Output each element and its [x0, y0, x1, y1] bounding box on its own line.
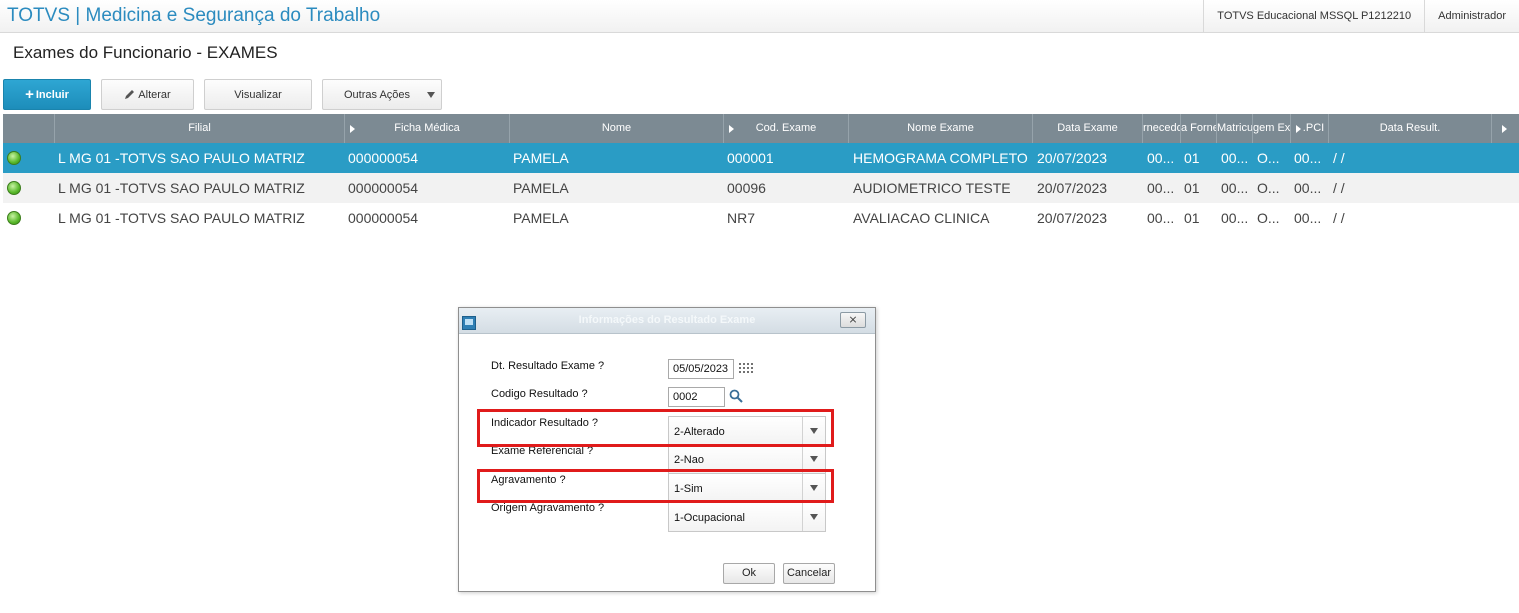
- environment-label: TOTVS Educacional MSSQL P1212210: [1203, 0, 1424, 33]
- scroll-right-icon: [1502, 125, 1507, 133]
- cell-loja: 01: [1184, 150, 1200, 166]
- col-data-result[interactable]: Data Result.: [1329, 114, 1492, 143]
- col-loja-fornecedor[interactable]: a Forne: [1181, 114, 1217, 143]
- chevron-down-icon: [810, 514, 818, 520]
- cell-matricula: 00...: [1221, 180, 1249, 196]
- sort-arrow-icon: [1296, 125, 1301, 133]
- cell-loja: 01: [1184, 180, 1200, 196]
- cell-matricula: 00...: [1221, 150, 1249, 166]
- search-icon[interactable]: [729, 389, 743, 403]
- table-row[interactable]: L MG 01 -TOTVS SAO PAULO MATRIZ 00000005…: [3, 143, 1519, 173]
- highlight-indicador: [477, 409, 834, 447]
- col-fornecedor[interactable]: rnecedo: [1143, 114, 1181, 143]
- close-button[interactable]: ⨯: [840, 312, 866, 328]
- cell-nome: PAMELA: [513, 150, 569, 166]
- alterar-button[interactable]: Alterar: [101, 79, 194, 110]
- resultado-exame-dialog: Informações do Resultado Exame ⨯ Dt. Res…: [458, 307, 876, 592]
- col-more[interactable]: [1492, 114, 1519, 143]
- cell-loja: 01: [1184, 210, 1200, 226]
- chevron-down-icon: [427, 92, 435, 98]
- table-row[interactable]: L MG 01 -TOTVS SAO PAULO MATRIZ 00000005…: [3, 203, 1519, 233]
- cell-origem: O...: [1257, 180, 1280, 196]
- grid-header: Filial Ficha Médica Nome Cod. Exame Nome…: [3, 114, 1519, 143]
- col-cod-exame[interactable]: Cod. Exame: [724, 114, 849, 143]
- cell-data-exame: 20/07/2023: [1037, 180, 1108, 196]
- col-data-exame[interactable]: Data Exame: [1033, 114, 1143, 143]
- table-row[interactable]: L MG 01 -TOTVS SAO PAULO MATRIZ 00000005…: [3, 173, 1519, 203]
- dialog-titlebar[interactable]: Informações do Resultado Exame ⨯: [459, 308, 875, 334]
- ok-button[interactable]: Ok: [723, 563, 775, 584]
- dt-resultado-label: Dt. Resultado Exame ?: [491, 360, 605, 372]
- cell-cod-exame: 00096: [727, 180, 766, 196]
- cell-matricula: 00...: [1221, 210, 1249, 226]
- highlight-agravamento: [477, 469, 834, 503]
- chevron-down-icon: [810, 456, 818, 462]
- plus-icon: +: [25, 86, 34, 103]
- cell-pcmso: 00...: [1294, 210, 1322, 226]
- col-filial[interactable]: Filial: [55, 114, 345, 143]
- codigo-resultado-input[interactable]: 0002: [668, 387, 725, 407]
- cell-fornecedor: 00...: [1147, 180, 1175, 196]
- col-nome-exame[interactable]: Nome Exame: [849, 114, 1033, 143]
- origem-agravamento-select[interactable]: 1-Ocupacional: [668, 502, 826, 532]
- cell-nome-exame: HEMOGRAMA COMPLETO: [853, 150, 1028, 166]
- sort-arrow-icon: [729, 125, 734, 133]
- dt-resultado-input[interactable]: 05/05/2023: [668, 359, 734, 379]
- cell-filial: L MG 01 -TOTVS SAO PAULO MATRIZ: [58, 210, 305, 226]
- cell-nome-exame: AUDIOMETRICO TESTE: [853, 180, 1011, 196]
- cell-ficha-medica: 000000054: [348, 210, 419, 226]
- cell-cod-exame: NR7: [727, 210, 756, 226]
- cell-origem: O...: [1257, 210, 1280, 226]
- status-ok-icon: [7, 211, 21, 225]
- cell-nome: PAMELA: [513, 210, 569, 226]
- calendar-icon[interactable]: [738, 362, 754, 375]
- app-title: TOTVS | Medicina e Segurança do Trabalho: [7, 5, 381, 26]
- incluir-label: Incluir: [35, 88, 69, 101]
- cell-filial: L MG 01 -TOTVS SAO PAULO MATRIZ: [58, 150, 305, 166]
- cell-fornecedor: 00...: [1147, 150, 1175, 166]
- user-menu[interactable]: Administrador: [1424, 0, 1519, 33]
- codigo-resultado-label: Codigo Resultado ?: [491, 388, 588, 400]
- cell-fornecedor: 00...: [1147, 210, 1175, 226]
- cell-nome: PAMELA: [513, 180, 569, 196]
- col-pcmso[interactable]: .PCI: [1291, 114, 1329, 143]
- outras-acoes-label: Outras Ações: [344, 88, 411, 101]
- cell-origem: O...: [1257, 150, 1280, 166]
- app-header: TOTVS | Medicina e Segurança do Trabalho…: [0, 0, 1519, 33]
- status-ok-icon: [7, 151, 21, 165]
- col-origem-exame[interactable]: gem Exa: [1253, 114, 1291, 143]
- visualizar-button[interactable]: Visualizar: [204, 79, 312, 110]
- cell-nome-exame: AVALIACAO CLINICA: [853, 210, 990, 226]
- col-ficha-medica[interactable]: Ficha Médica: [345, 114, 510, 143]
- exame-referencial-value: 2-Nao: [674, 454, 704, 466]
- page-title: Exames do Funcionario - EXAMES: [13, 43, 278, 62]
- col-nome[interactable]: Nome: [510, 114, 724, 143]
- header-right: TOTVS Educacional MSSQL P1212210 Adminis…: [1203, 0, 1519, 33]
- col-matricula[interactable]: Matricula: [1217, 114, 1253, 143]
- cell-data-exame: 20/07/2023: [1037, 210, 1108, 226]
- cancel-button[interactable]: Cancelar: [783, 563, 835, 584]
- cell-pcmso: 00...: [1294, 180, 1322, 196]
- cell-filial: L MG 01 -TOTVS SAO PAULO MATRIZ: [58, 180, 305, 196]
- cell-ficha-medica: 000000054: [348, 180, 419, 196]
- incluir-button[interactable]: + Incluir: [3, 79, 91, 110]
- outras-acoes-button[interactable]: Outras Ações: [322, 79, 442, 110]
- alterar-label: Alterar: [138, 88, 171, 101]
- status-ok-icon: [7, 181, 21, 195]
- cell-data-exame: 20/07/2023: [1037, 150, 1108, 166]
- visualizar-label: Visualizar: [234, 88, 282, 101]
- pencil-icon: [125, 90, 135, 99]
- cell-data-result: / /: [1333, 150, 1345, 166]
- col-status: [3, 114, 55, 143]
- cell-data-result: / /: [1333, 210, 1345, 226]
- cell-cod-exame: 000001: [727, 150, 774, 166]
- cell-data-result: / /: [1333, 180, 1345, 196]
- cell-ficha-medica: 000000054: [348, 150, 419, 166]
- dialog-title: Informações do Resultado Exame: [578, 314, 756, 326]
- sort-arrow-icon: [350, 125, 355, 133]
- origem-agravamento-value: 1-Ocupacional: [674, 512, 745, 524]
- dropdown-arrow[interactable]: [802, 503, 825, 531]
- cell-pcmso: 00...: [1294, 150, 1322, 166]
- origem-agravamento-label: Origem Agravamento ?: [491, 502, 605, 514]
